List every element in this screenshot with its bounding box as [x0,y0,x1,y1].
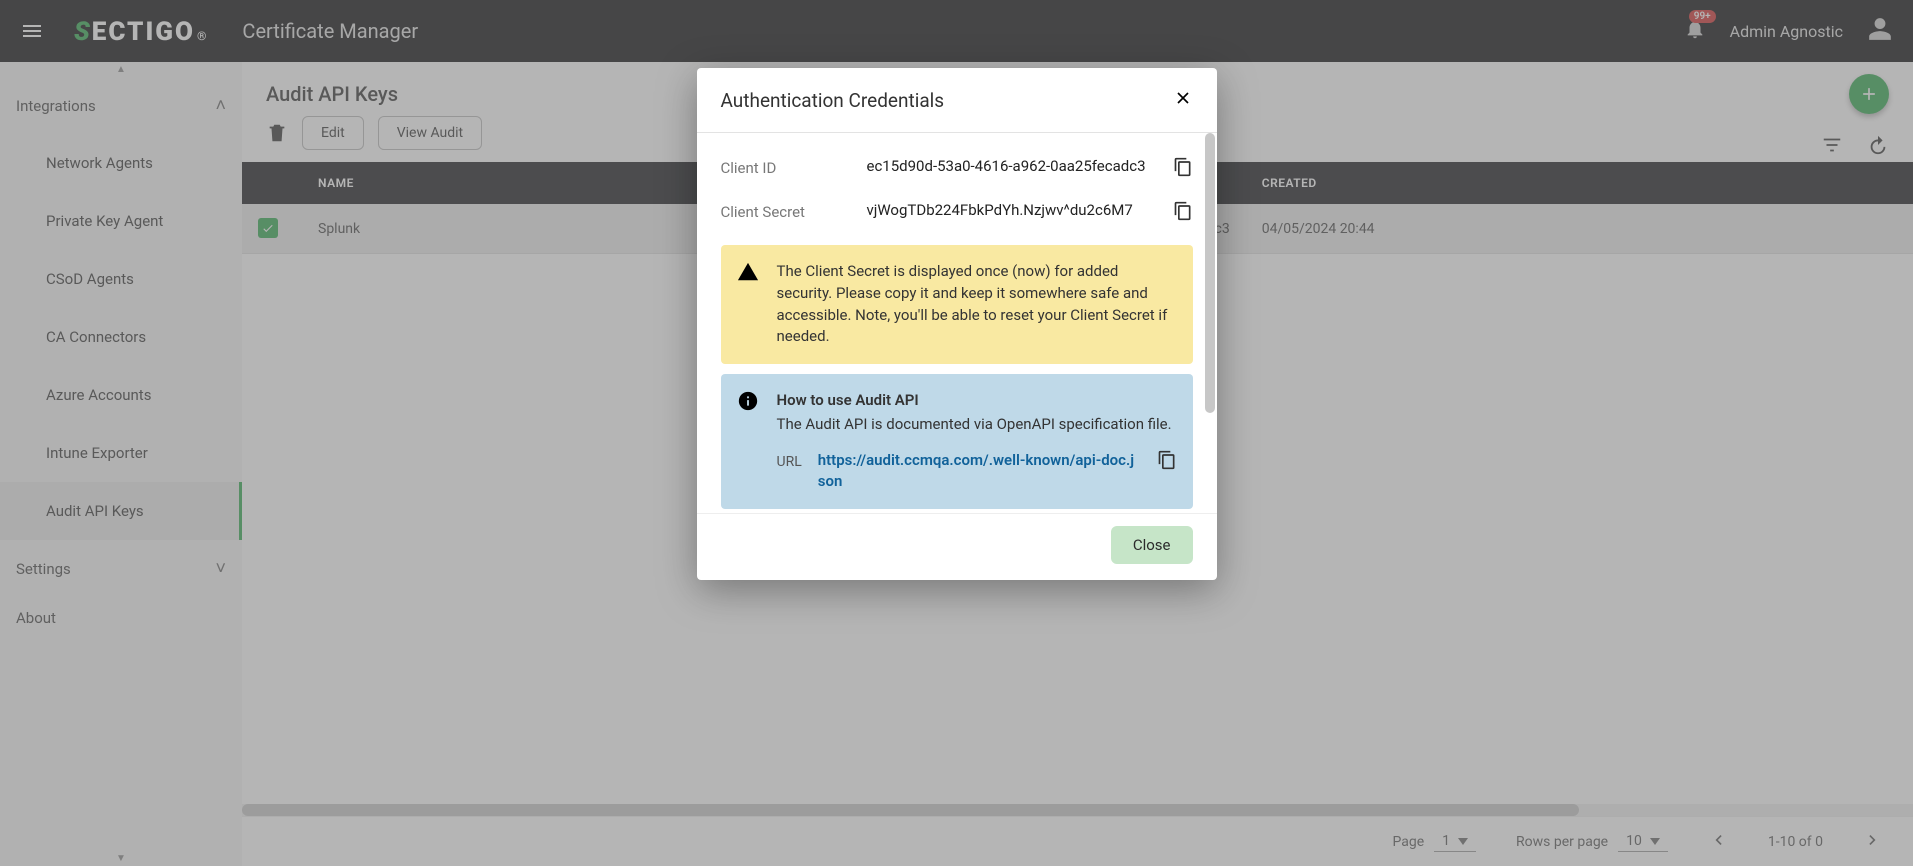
url-label: URL [777,450,802,472]
client-secret-label: Client Secret [721,201,851,221]
warning-alert: The Client Secret is displayed once (now… [721,245,1193,364]
api-doc-url-link[interactable]: https://audit.ccmqa.com/.well-known/api-… [818,450,1141,494]
warning-icon [737,261,759,348]
warning-text: The Client Secret is displayed once (now… [777,261,1177,348]
info-icon [737,390,759,493]
client-id-label: Client ID [721,157,851,177]
modal-close-button[interactable] [1173,88,1193,112]
copy-icon [1173,157,1193,177]
copy-url-button[interactable] [1157,450,1177,477]
modal-scrollbar[interactable] [1205,133,1215,413]
client-id-value: ec15d90d-53a0-4616-a962-0aa25fecadc3 [867,157,1157,175]
copy-client-id-button[interactable] [1173,157,1193,181]
modal-close-footer-button[interactable]: Close [1111,526,1193,564]
copy-icon [1157,450,1177,470]
info-description: The Audit API is documented via OpenAPI … [777,414,1177,436]
modal-title: Authentication Credentials [721,89,945,112]
copy-icon [1173,201,1193,221]
copy-client-secret-button[interactable] [1173,201,1193,225]
close-icon [1173,88,1193,108]
auth-credentials-modal: Authentication Credentials Client ID ec1… [697,68,1217,580]
info-title: How to use Audit API [777,390,1177,412]
client-secret-value: vjWogTDb224FbkPdYh.Nzjwv^du2c6M7 [867,201,1157,219]
info-alert: How to use Audit API The Audit API is do… [721,374,1193,509]
